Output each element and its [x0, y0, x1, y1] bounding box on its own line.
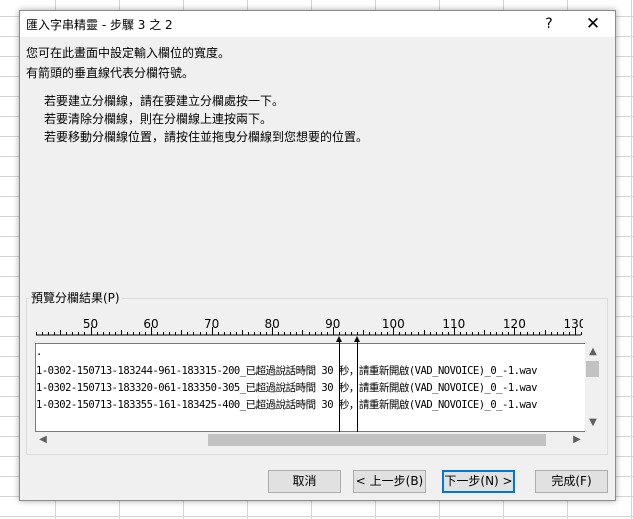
preview-line: 1-0302-150713-183355-161-183425-400_已超過說…	[36, 399, 537, 411]
column-break-line[interactable]	[339, 338, 340, 432]
text-import-wizard-dialog: 匯入字串精靈 - 步驟 3 之 2 ? ✕ 您可在此畫面中設定輸入欄位的寬度。 …	[19, 10, 616, 501]
data-preview[interactable]: . 1-0302-150713-183244-961-183315-200_已超…	[35, 343, 599, 432]
scroll-up-icon[interactable]: ▲	[585, 344, 601, 360]
title-bar: 匯入字串精靈 - 步驟 3 之 2 ? ✕	[20, 11, 615, 37]
preview-line: .	[36, 346, 42, 358]
next-button[interactable]: 下一步(N) >	[442, 470, 515, 493]
ruler-label: 130	[563, 318, 583, 331]
back-button[interactable]: < 上一步(B)	[353, 470, 426, 493]
preview-line: 1-0302-150713-183320-061-183350-305_已超過說…	[36, 382, 537, 394]
preview-line: 1-0302-150713-183244-961-183315-200_已超過說…	[36, 365, 537, 377]
ruler-label: 90	[325, 318, 340, 331]
help-button[interactable]: ?	[534, 14, 564, 34]
column-ruler[interactable]: 50 60 70 80 90 100 110 120 130	[35, 318, 583, 336]
ruler-label: 60	[143, 318, 158, 331]
cancel-button[interactable]: 取消	[268, 470, 341, 493]
scroll-left-icon[interactable]: ◀	[35, 432, 51, 448]
ruler-label: 50	[83, 318, 98, 331]
scroll-down-icon[interactable]: ▼	[585, 415, 601, 431]
column-break-arrow-icon[interactable]	[336, 336, 342, 342]
ruler-label: 120	[503, 318, 526, 331]
ruler-label: 70	[204, 318, 219, 331]
window-title: 匯入字串精靈 - 步驟 3 之 2	[26, 18, 173, 32]
instruction-move: 若要移動分欄線位置，請按住並拖曳分欄線到您想要的位置。	[44, 130, 369, 144]
horizontal-scroll-thumb[interactable]	[208, 434, 546, 446]
column-break-line[interactable]	[357, 338, 358, 432]
ruler-label: 100	[382, 318, 405, 331]
ruler-label: 80	[265, 318, 280, 331]
vertical-scroll-thumb[interactable]	[586, 361, 599, 377]
instruction-clear: 若要清除分欄線，則在分欄線上連按兩下。	[44, 112, 273, 126]
intro-text-2: 有箭頭的垂直線代表分欄符號。	[26, 66, 195, 80]
preview-group-label: 預覽分欄結果(P)	[29, 289, 122, 306]
scroll-right-icon[interactable]: ▶	[569, 432, 585, 448]
instruction-create: 若要建立分欄線，請在要建立分欄處按一下。	[44, 94, 285, 108]
close-button[interactable]: ✕	[578, 13, 608, 35]
intro-text-1: 您可在此畫面中設定輸入欄位的寬度。	[26, 46, 231, 60]
finish-button[interactable]: 完成(F)	[535, 470, 608, 493]
ruler-label: 110	[442, 318, 465, 331]
column-break-arrow-icon[interactable]	[354, 336, 360, 342]
